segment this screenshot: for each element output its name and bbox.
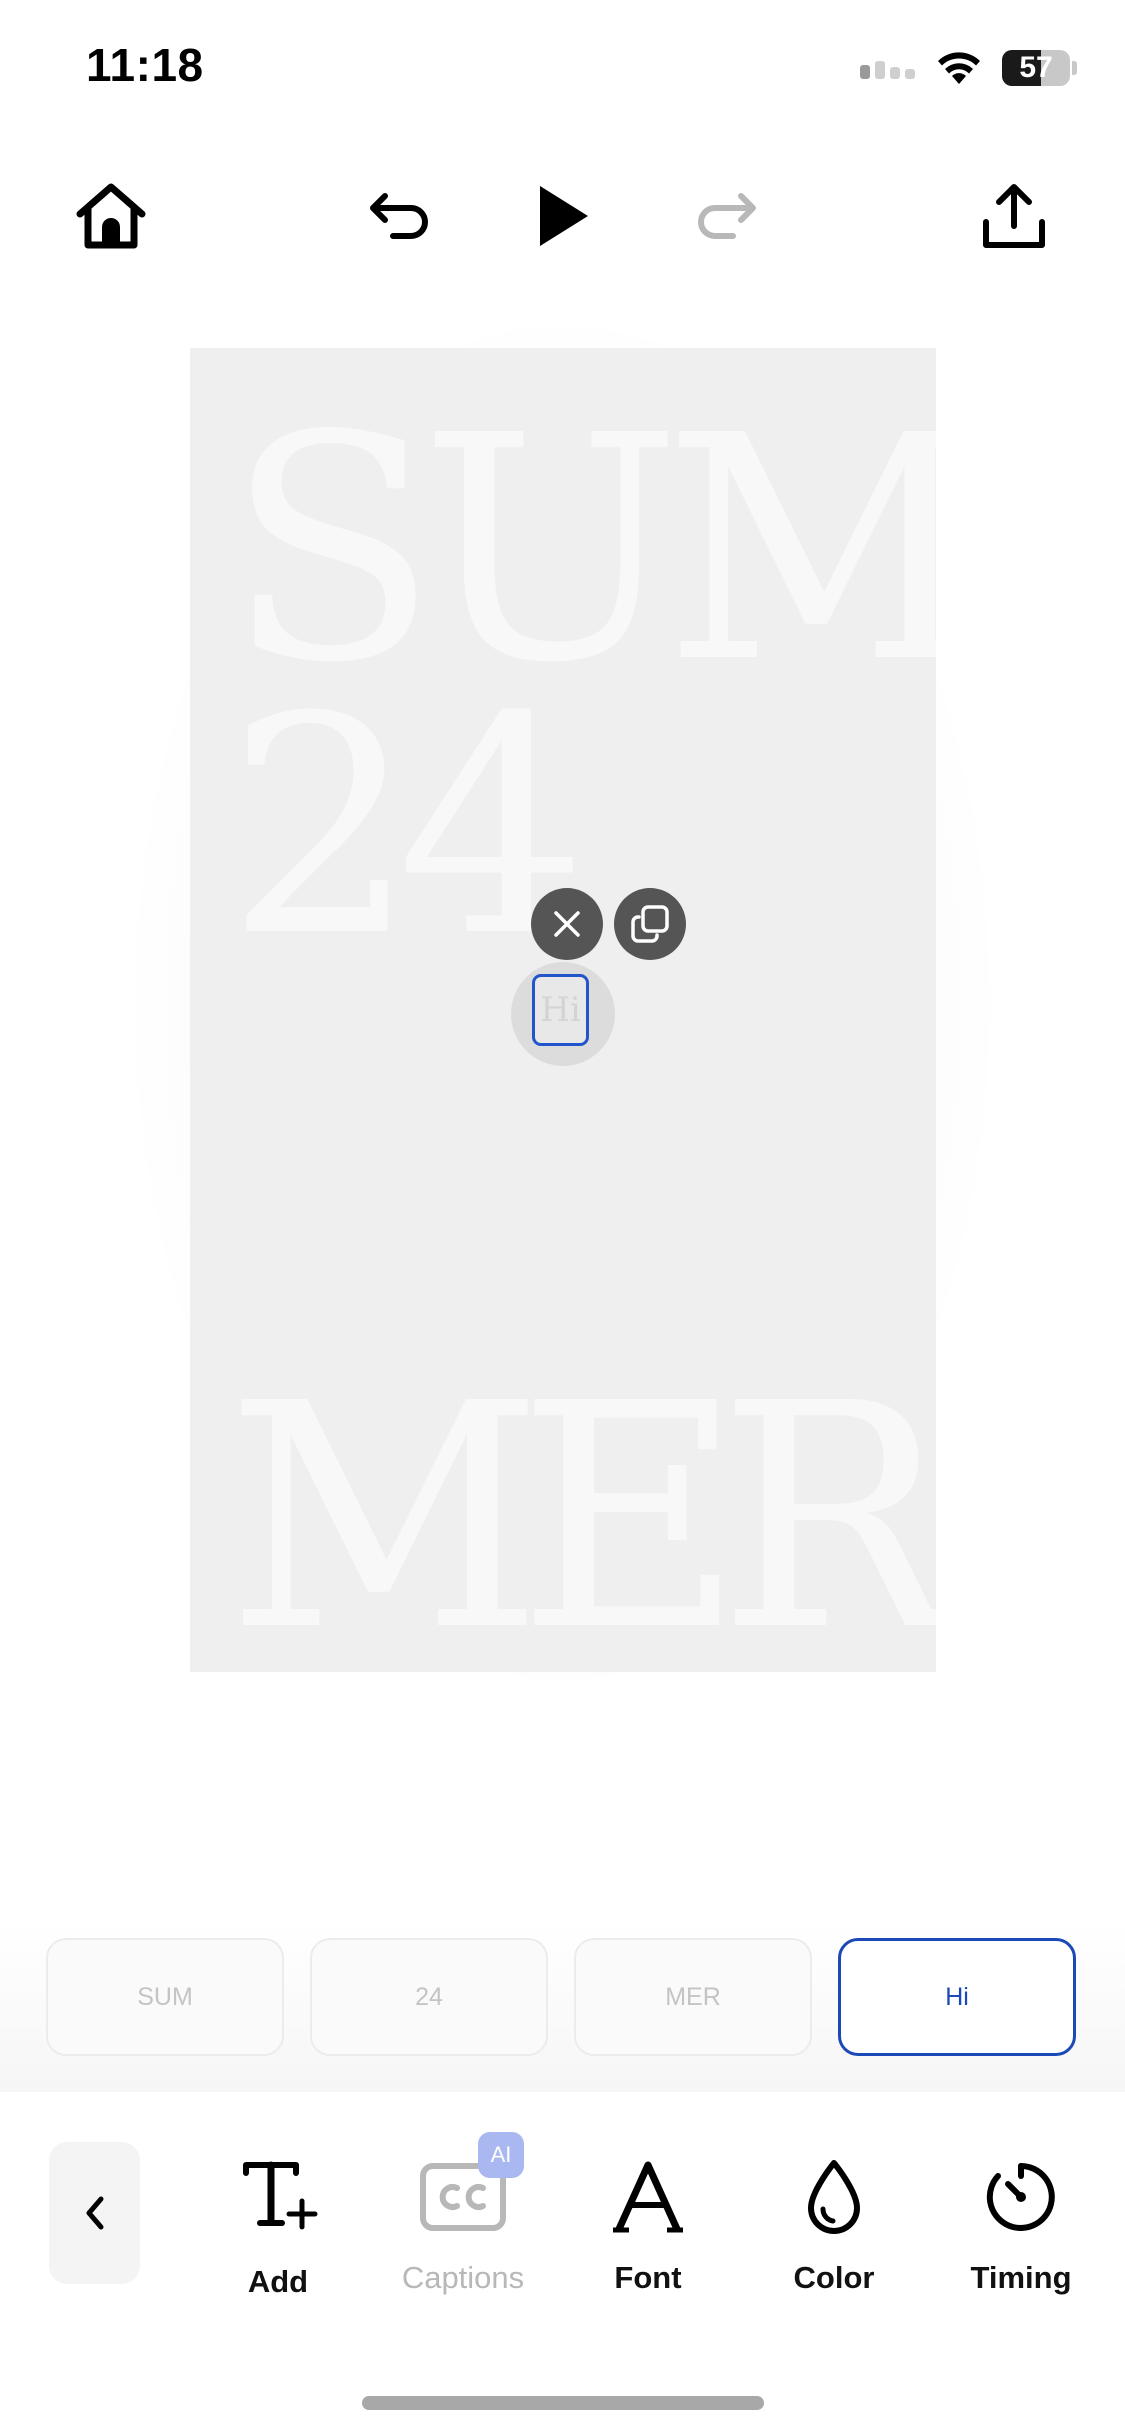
tool-font[interactable]: Font	[573, 2152, 723, 2302]
layer-chip-hi[interactable]: Hi	[838, 1938, 1076, 2056]
status-time: 11:18	[86, 39, 204, 91]
tool-add-label: Add	[247, 2264, 309, 2299]
editor-screen: 11:18 57 SUM 24 MER Hi SUM 24 MER Hi Add…	[0, 0, 1125, 2436]
tool-add[interactable]: Add	[203, 2152, 353, 2302]
chevron-left-icon	[86, 2196, 103, 2230]
tool-color[interactable]: Color	[759, 2152, 909, 2302]
home-indicator[interactable]	[362, 2396, 764, 2410]
redo-button[interactable]	[686, 180, 766, 250]
home-button[interactable]	[68, 176, 154, 256]
canvas-text-24[interactable]: 24	[226, 678, 588, 978]
battery-icon: 57	[1002, 50, 1070, 86]
duplicate-icon	[631, 905, 669, 943]
canvas-text-mer[interactable]: MER	[226, 1364, 936, 1673]
color-drop-icon	[759, 2152, 909, 2242]
play-icon	[540, 186, 588, 246]
add-text-icon	[203, 2152, 353, 2242]
font-icon	[573, 2152, 723, 2242]
layer-chip-24[interactable]: 24	[310, 1938, 548, 2056]
duplicate-text-button[interactable]	[614, 888, 686, 960]
tool-timing[interactable]: Timing	[946, 2152, 1096, 2302]
undo-icon	[370, 193, 428, 239]
battery-percent: 57	[1019, 51, 1053, 84]
tool-timing-label: Timing	[970, 2260, 1072, 2295]
cellular-signal-icon	[860, 61, 915, 79]
layer-chip-mer[interactable]: MER	[574, 1938, 812, 2056]
share-button[interactable]	[974, 176, 1054, 256]
back-button[interactable]	[49, 2142, 140, 2284]
tool-captions-label: Captions	[401, 2260, 525, 2295]
close-icon	[554, 911, 580, 937]
wifi-icon	[938, 52, 980, 84]
timing-icon	[946, 2152, 1096, 2242]
share-upload-icon	[983, 184, 1045, 248]
redo-icon	[698, 193, 756, 239]
home-icon	[76, 183, 146, 249]
layer-chip-sum[interactable]: SUM	[46, 1938, 284, 2056]
tool-color-label: Color	[793, 2260, 875, 2295]
tool-font-label: Font	[614, 2260, 682, 2295]
ai-badge: AI	[478, 2132, 524, 2178]
selected-text-hi[interactable]: Hi	[532, 974, 589, 1046]
status-icons: 57	[860, 48, 1077, 88]
bottom-toolbar: Add Captions AI Font Color Timing	[0, 2092, 1125, 2436]
delete-text-button[interactable]	[531, 888, 603, 960]
battery-nub	[1072, 61, 1077, 75]
text-layers-strip: SUM 24 MER Hi	[0, 1920, 1125, 2092]
play-button[interactable]	[522, 176, 602, 256]
selected-text-label: Hi	[540, 990, 581, 1030]
undo-button[interactable]	[360, 180, 440, 250]
